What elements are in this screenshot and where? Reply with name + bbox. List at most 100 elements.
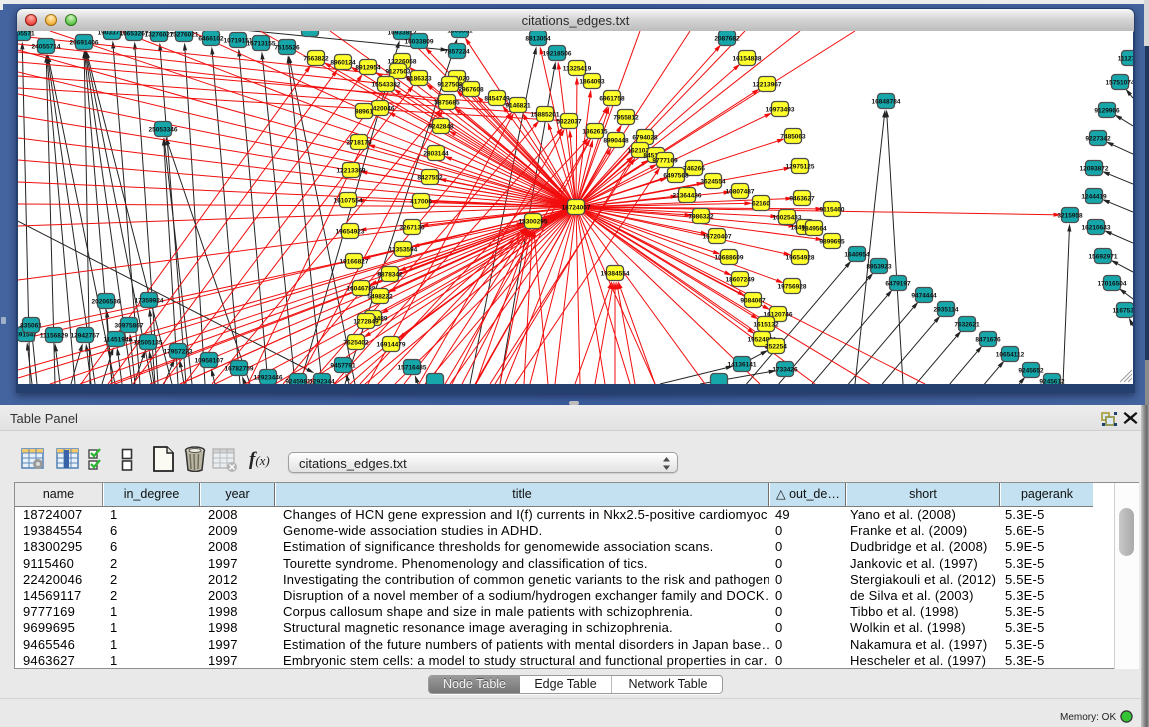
svg-text:9474444: 9474444 bbox=[911, 292, 937, 299]
svg-text:2935114: 2935114 bbox=[934, 306, 959, 313]
svg-text:14136141: 14136141 bbox=[728, 361, 757, 368]
svg-text:2803144: 2803144 bbox=[423, 150, 449, 157]
svg-text:12505135: 12505135 bbox=[134, 339, 163, 346]
svg-text:15751074: 15751074 bbox=[1106, 79, 1133, 86]
svg-text:9146821: 9146821 bbox=[505, 102, 531, 109]
svg-text:15885201: 15885201 bbox=[531, 111, 560, 118]
svg-text:18724007: 18724007 bbox=[562, 204, 591, 211]
svg-text:17016504: 17016504 bbox=[1098, 280, 1127, 287]
svg-text:19654928: 19654928 bbox=[786, 254, 815, 261]
svg-text:252254: 252254 bbox=[765, 343, 787, 350]
svg-text:7625402: 7625402 bbox=[343, 339, 369, 346]
svg-text:16713155: 16713155 bbox=[247, 40, 276, 47]
svg-text:1362615: 1362615 bbox=[582, 128, 608, 135]
svg-text:417006: 417006 bbox=[410, 198, 432, 205]
svg-text:20691406: 20691406 bbox=[70, 39, 99, 46]
svg-text:2967608: 2967608 bbox=[458, 86, 484, 93]
svg-text:1167533: 1167533 bbox=[1113, 307, 1133, 314]
svg-text:7857224: 7857224 bbox=[444, 48, 470, 55]
svg-text:1615132: 1615132 bbox=[753, 321, 779, 328]
svg-text:19756928: 19756928 bbox=[778, 283, 807, 290]
svg-text:24055714: 24055714 bbox=[32, 43, 61, 50]
svg-text:12975125: 12975125 bbox=[786, 163, 815, 170]
svg-text:6794028: 6794028 bbox=[632, 134, 658, 141]
svg-text:8471676: 8471676 bbox=[975, 336, 1001, 343]
svg-text:6479197: 6479197 bbox=[885, 280, 911, 287]
svg-text:11325419: 11325419 bbox=[563, 65, 592, 72]
svg-text:9115460: 9115460 bbox=[820, 206, 845, 213]
svg-text:9129966: 9129966 bbox=[1094, 107, 1120, 114]
svg-text:1244419: 1244419 bbox=[1081, 193, 1107, 200]
svg-text:15720407: 15720407 bbox=[703, 233, 732, 240]
svg-text:1603381: 1603381 bbox=[447, 31, 473, 34]
svg-text:20206536: 20206536 bbox=[92, 298, 121, 305]
svg-text:1864093: 1864093 bbox=[579, 78, 605, 85]
svg-text:9457791: 9457791 bbox=[330, 362, 356, 369]
svg-text:9463627: 9463627 bbox=[789, 195, 815, 202]
svg-text:835061: 835061 bbox=[20, 322, 42, 329]
svg-text:10958107: 10958107 bbox=[195, 357, 224, 364]
svg-text:10973493: 10973493 bbox=[766, 106, 795, 113]
svg-text:19166827: 19166827 bbox=[340, 258, 369, 265]
svg-text:746266: 746266 bbox=[683, 165, 705, 172]
svg-text:8878342: 8878342 bbox=[377, 271, 403, 278]
svg-text:62160: 62160 bbox=[752, 200, 770, 207]
svg-text:16848784: 16848784 bbox=[872, 98, 901, 105]
svg-text:30975867: 30975867 bbox=[115, 322, 144, 329]
svg-text:9242848: 9242848 bbox=[428, 123, 454, 130]
svg-text:9084067: 9084067 bbox=[740, 297, 766, 304]
svg-text:1733426: 1733426 bbox=[772, 366, 798, 373]
svg-text:12923446: 12923446 bbox=[254, 374, 283, 381]
svg-text:11353594: 11353594 bbox=[389, 246, 418, 253]
svg-text:1849564: 1849564 bbox=[801, 225, 827, 232]
svg-text:6466102: 6466102 bbox=[198, 35, 224, 42]
svg-text:7515526: 7515526 bbox=[274, 44, 300, 51]
svg-text:5322037: 5322037 bbox=[556, 118, 582, 125]
svg-text:21364436: 21364436 bbox=[673, 192, 702, 199]
svg-text:7663822: 7663822 bbox=[303, 55, 329, 62]
svg-text:9777169: 9777169 bbox=[652, 157, 678, 164]
svg-text:8186323: 8186323 bbox=[406, 75, 432, 82]
svg-text:7485063: 7485063 bbox=[780, 133, 806, 140]
svg-text:8912954: 8912954 bbox=[355, 64, 381, 71]
svg-text:3267130: 3267130 bbox=[399, 224, 425, 231]
svg-text:16210643: 16210643 bbox=[1082, 224, 1111, 231]
svg-text:10807487: 10807487 bbox=[726, 188, 755, 195]
svg-text:5875685: 5875685 bbox=[434, 99, 460, 106]
svg-text:3624554: 3624554 bbox=[700, 178, 726, 185]
svg-text:16033809: 16033809 bbox=[405, 38, 434, 45]
svg-text:1640954: 1640954 bbox=[844, 251, 870, 258]
svg-text:6961758: 6961758 bbox=[599, 95, 625, 102]
svg-text:8990448: 8990448 bbox=[603, 137, 629, 144]
svg-text:16154838: 16154838 bbox=[733, 55, 762, 62]
svg-text:7986322: 7986322 bbox=[688, 213, 714, 220]
svg-text:9899695: 9899695 bbox=[819, 238, 845, 245]
svg-text:8454749: 8454749 bbox=[484, 95, 510, 102]
svg-text:12213369: 12213369 bbox=[337, 167, 366, 174]
svg-text:12213967: 12213967 bbox=[753, 81, 782, 88]
svg-text:3215958: 3215958 bbox=[1057, 212, 1083, 219]
svg-text:19384554: 19384554 bbox=[601, 270, 630, 277]
svg-text:11156829: 11156829 bbox=[40, 332, 69, 339]
svg-text:10688609: 10688609 bbox=[715, 254, 744, 261]
svg-text:8813054: 8813054 bbox=[525, 35, 551, 42]
svg-text:2405571: 2405571 bbox=[18, 31, 35, 37]
svg-text:7632621: 7632621 bbox=[954, 321, 980, 328]
svg-text:8427552: 8427552 bbox=[417, 174, 443, 181]
svg-text:2087682: 2087682 bbox=[714, 35, 740, 42]
svg-text:19654923: 19654923 bbox=[336, 228, 365, 235]
svg-text:2718179: 2718179 bbox=[346, 139, 372, 146]
svg-text:16107554: 16107554 bbox=[334, 197, 363, 204]
svg-text:1145194: 1145194 bbox=[104, 336, 129, 343]
svg-text:16543382: 16543382 bbox=[372, 81, 401, 88]
svg-text:6497568: 6497568 bbox=[663, 172, 689, 179]
svg-text:17359924: 17359924 bbox=[135, 297, 164, 304]
svg-text:15276021: 15276021 bbox=[170, 31, 199, 38]
svg-text:19218506: 19218506 bbox=[543, 50, 572, 57]
svg-text:10654112: 10654112 bbox=[996, 351, 1025, 358]
svg-text:18607249: 18607249 bbox=[726, 276, 755, 283]
svg-text:16782759: 16782759 bbox=[225, 365, 254, 372]
svg-text:15692971: 15692971 bbox=[1089, 253, 1118, 260]
svg-text:15716485: 15716485 bbox=[398, 364, 427, 371]
svg-text:8960124: 8960124 bbox=[330, 59, 356, 66]
